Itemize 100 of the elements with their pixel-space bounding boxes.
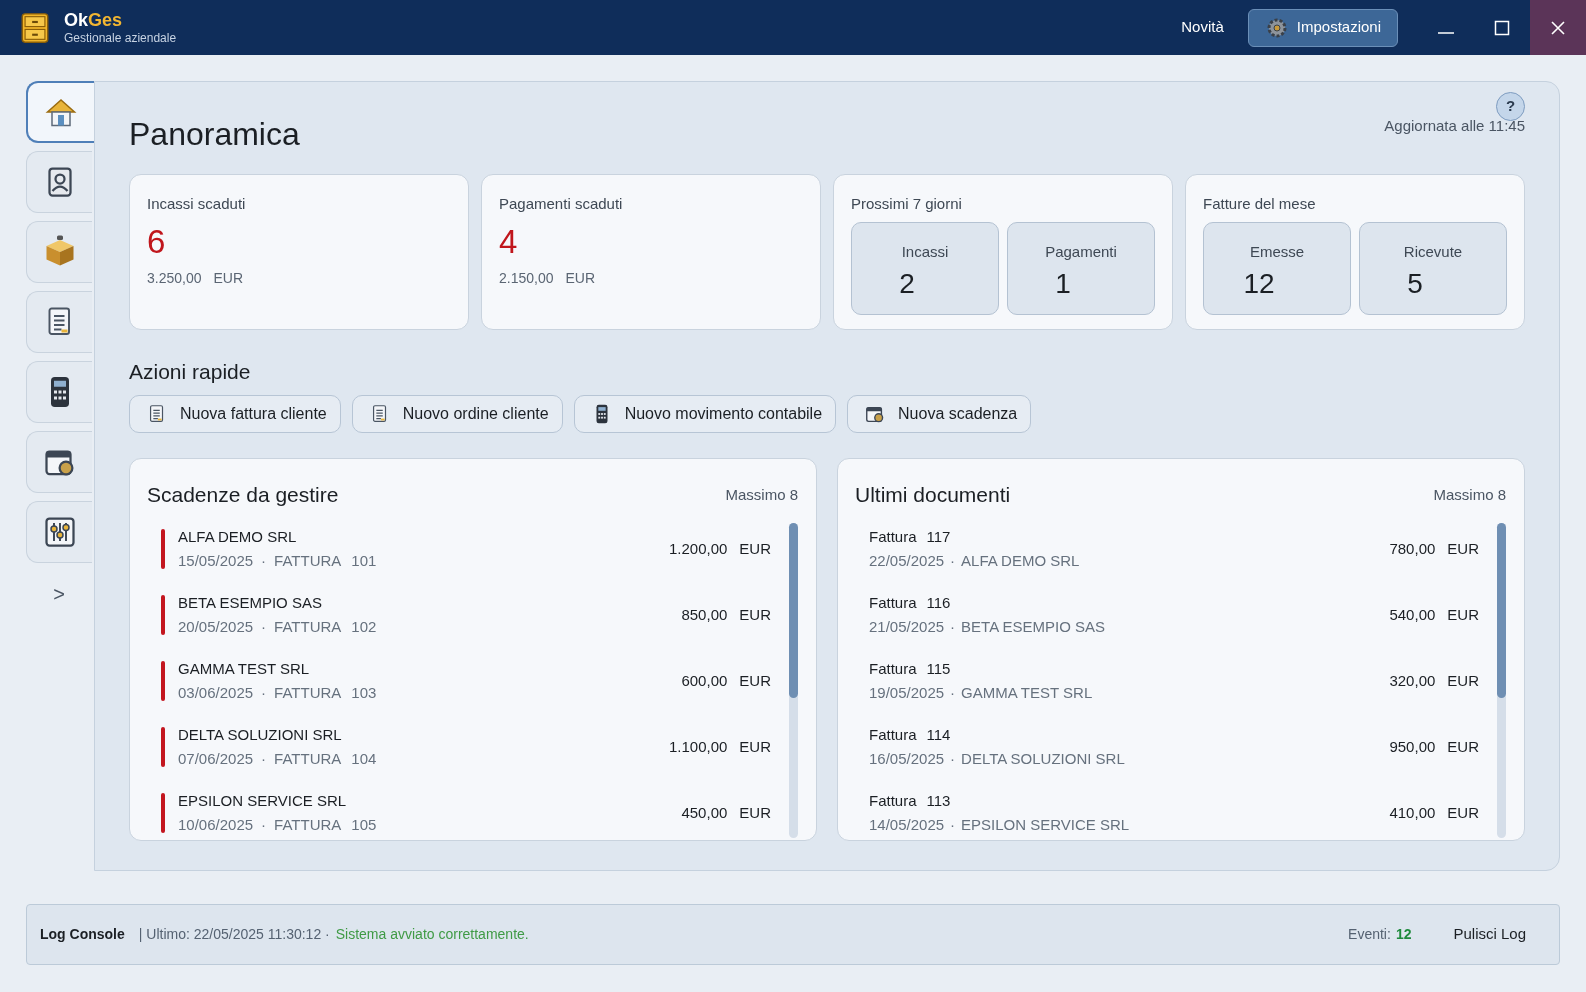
document-number: 115 xyxy=(926,658,951,679)
currency-text: EUR xyxy=(739,802,771,823)
document-type: Fattura xyxy=(869,526,917,547)
due-date: 20/05/2025 xyxy=(178,617,254,637)
scrollbar-thumb[interactable] xyxy=(1497,522,1506,698)
document-type: Fattura xyxy=(869,724,917,745)
app-subtitle: Gestionale aziendale xyxy=(64,31,177,47)
due-date: 10/06/2025 xyxy=(178,815,254,835)
due-date: 03/06/2025 xyxy=(178,683,254,703)
expand-button[interactable]: > xyxy=(26,579,92,609)
status-bar-mark xyxy=(161,793,165,833)
card-title: Incassi scaduti xyxy=(147,193,247,214)
currency-text: EUR xyxy=(1447,736,1479,757)
document-type: FATTURA xyxy=(274,551,342,571)
news-button[interactable]: Novità xyxy=(1169,16,1236,39)
currency-text: EUR xyxy=(739,736,771,757)
document-number: 117 xyxy=(926,526,951,547)
customer-name: DELTA SOLUZIONI SRL xyxy=(961,749,1125,769)
currency-text: EUR xyxy=(739,670,771,691)
currency-text: EUR xyxy=(1447,670,1479,691)
document-type: FATTURA xyxy=(274,617,342,637)
quick-action-button[interactable]: Nuova scadenza xyxy=(847,395,1032,433)
events-label: Eventi: xyxy=(1348,925,1391,944)
log-label: Log Console xyxy=(40,925,125,944)
document-type: FATTURA xyxy=(274,749,342,769)
document-number: 116 xyxy=(926,592,951,613)
section-title: Azioni rapide xyxy=(129,358,252,385)
separator-dot: · xyxy=(950,551,956,571)
close-button[interactable] xyxy=(1530,0,1586,55)
close-icon xyxy=(1550,19,1566,36)
card-title: Fatture del mese xyxy=(1203,193,1317,214)
count-value: 6 xyxy=(147,222,167,262)
customer-name: ALFA DEMO SRL xyxy=(961,551,1080,571)
currency-text: EUR xyxy=(565,269,596,289)
quick-action-button[interactable]: Nuovo movimento contabile xyxy=(573,395,837,433)
separator-dot: · xyxy=(950,749,956,769)
document-number: 113 xyxy=(926,790,951,811)
status-bar-mark xyxy=(161,727,165,767)
status-bar-mark xyxy=(161,529,165,569)
quick-action-button[interactable]: Nuovo ordine cliente xyxy=(351,395,563,433)
tile-label: Ricevute xyxy=(1403,242,1463,262)
app-name: OkGes xyxy=(64,8,124,32)
document-date: 21/05/2025 xyxy=(869,617,945,637)
quick-action-button[interactable]: Nuova fattura cliente xyxy=(129,395,341,433)
help-button[interactable]: ? xyxy=(1496,92,1525,121)
document-type: Fattura xyxy=(869,790,917,811)
company-name: GAMMA TEST SRL xyxy=(178,658,311,679)
settings-button[interactable]: Impostazioni xyxy=(1247,8,1398,47)
amount-text: 410,00 xyxy=(1389,802,1436,823)
tile-value: 2 xyxy=(899,266,915,301)
due-date: 15/05/2025 xyxy=(178,551,254,571)
clear-log-button[interactable]: Pulisci Log xyxy=(1443,919,1536,950)
document-date: 14/05/2025 xyxy=(869,815,945,835)
tile-label: Emesse xyxy=(1249,242,1305,262)
customer-name: BETA ESEMPIO SAS xyxy=(961,617,1105,637)
tile-value: 1 xyxy=(1055,266,1071,301)
separator-dot: · xyxy=(950,683,956,703)
document-type: FATTURA xyxy=(274,815,342,835)
document-date: 16/05/2025 xyxy=(869,749,945,769)
amount-text: 2.150,00 xyxy=(499,269,554,289)
events-count: 12 xyxy=(1395,925,1412,944)
currency-text: EUR xyxy=(739,538,771,559)
due-date: 07/06/2025 xyxy=(178,749,254,769)
currency-text: EUR xyxy=(1447,802,1479,823)
document-type: FATTURA xyxy=(274,683,342,703)
amount-text: 320,00 xyxy=(1389,670,1436,691)
document-type: Fattura xyxy=(869,658,917,679)
document-number: 105 xyxy=(351,815,377,835)
separator-dot: · xyxy=(261,815,267,835)
maximize-icon xyxy=(1494,19,1510,36)
amount-text: 780,00 xyxy=(1389,538,1436,559)
page-title: Panoramica xyxy=(129,117,300,150)
limit-text: Massimo 8 xyxy=(725,484,798,505)
amount-text: 540,00 xyxy=(1389,604,1436,625)
tile-label: Pagamenti xyxy=(1045,242,1117,262)
log-message: Sistema avviato correttamente. xyxy=(335,925,529,944)
company-name: EPSILON SERVICE SRL xyxy=(178,790,348,811)
separator-dot: · xyxy=(261,683,267,703)
separator-dot: · xyxy=(950,815,956,835)
card-title: Ultimi documenti xyxy=(855,482,1011,508)
amount-text: 3.250,00 xyxy=(147,269,202,289)
currency-text: EUR xyxy=(739,604,771,625)
last-log-time: | Ultimo: 22/05/2025 11:30:12 · xyxy=(138,925,330,944)
tile-label: Incassi xyxy=(901,242,949,262)
card-title: Prossimi 7 giorni xyxy=(851,193,963,214)
currency-text: EUR xyxy=(1447,538,1479,559)
amount-text: 450,00 xyxy=(681,802,728,823)
scrollbar[interactable] xyxy=(789,522,798,838)
document-number: 114 xyxy=(926,724,951,745)
scrollbar-thumb[interactable] xyxy=(789,522,798,698)
separator-dot: · xyxy=(261,749,267,769)
status-bar-mark xyxy=(161,595,165,635)
document-number: 102 xyxy=(351,617,377,637)
document-number: 103 xyxy=(351,683,377,703)
company-name: ALFA DEMO SRL xyxy=(178,526,298,547)
document-date: 22/05/2025 xyxy=(869,551,945,571)
scrollbar[interactable] xyxy=(1497,522,1506,838)
card-title: Pagamenti scaduti xyxy=(499,193,624,214)
document-date: 19/05/2025 xyxy=(869,683,945,703)
amount-text: 1.200,00 xyxy=(668,538,728,559)
